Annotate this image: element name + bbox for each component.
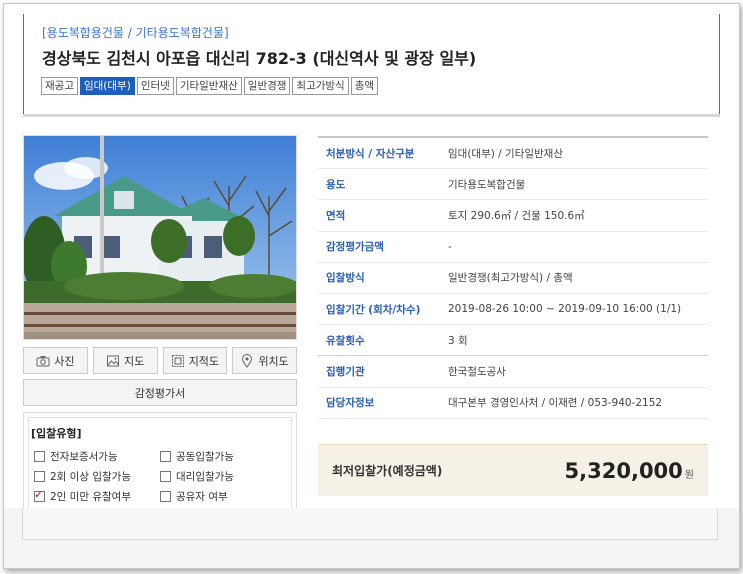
info-label: 용도	[326, 178, 346, 191]
location-map-button[interactable]: 위치도	[232, 347, 297, 374]
grid-map-icon	[171, 354, 184, 367]
option-multiple-bids[interactable]: 2회 이상 입찰가능	[34, 469, 131, 484]
tag-general-property: 기타일반재산	[175, 77, 242, 95]
property-photo[interactable]	[23, 135, 297, 340]
option-co-owner[interactable]: 공유자 여부	[160, 489, 228, 504]
option-proxy-bid[interactable]: 대리입찰가능	[160, 469, 234, 484]
bid-type-title: [입찰유형]	[31, 427, 82, 440]
info-label: 입찰기간 (회차/차수)	[326, 303, 421, 316]
bid-type-panel: [입찰유형] 전자보증서가능 공동입찰가능 2회 이상 입찰가능 대리입찰가능 …	[23, 412, 297, 508]
price-amount: 5,320,000	[564, 458, 683, 483]
info-row: 입찰기간 (회차/차수) 2019-08-26 10:00 ~ 2019-09-…	[318, 294, 708, 326]
header-divider	[23, 114, 720, 117]
tag-open-competition: 일반경쟁	[243, 77, 291, 95]
location-pin-icon	[242, 353, 253, 368]
info-row: 담당자정보 대구본부 경영인사처 / 이재련 / 053-940-2152	[318, 388, 708, 419]
option-joint-bid[interactable]: 공동입찰가능	[160, 449, 234, 464]
info-row: 입찰방식 일반경쟁(최고가방식) / 총액	[318, 263, 708, 294]
cadastral-button-label: 지적도	[188, 354, 220, 368]
info-value: 2019-08-26 10:00 ~ 2019-09-10 16:00 (1/1…	[448, 303, 682, 316]
station-building-image	[24, 136, 296, 339]
info-value: 한국철도공사	[448, 365, 506, 378]
checkbox-checked[interactable]	[34, 488, 45, 502]
media-buttons: 사진 지도 지적도 위치도	[23, 347, 297, 374]
info-value: 3 회	[448, 334, 468, 347]
checkbox[interactable]	[34, 471, 45, 482]
info-label: 유찰횟수	[326, 334, 365, 347]
location-button-label: 위치도	[258, 354, 289, 368]
info-label: 감정평가금액	[326, 241, 384, 254]
category-path: [용도복합용건물 / 기타용도복합건물]	[42, 26, 229, 40]
price-value-group: 5,320,000 원	[565, 459, 694, 483]
option-fail-under-two[interactable]: 2인 미만 유찰여부	[34, 488, 131, 504]
photo-button-label: 사진	[54, 354, 75, 368]
option-label: 전자보증서가능	[50, 451, 118, 463]
listing-header: [용도복합용건물 / 기타용도복합건물] 경상북도 김천시 아포읍 대신리 78…	[23, 14, 720, 116]
info-row: 유찰횟수 3 회	[318, 325, 708, 357]
info-value: 기타용도복합건물	[448, 178, 526, 191]
map-button[interactable]: 지도	[92, 347, 158, 374]
camera-icon	[36, 355, 50, 366]
checkbox[interactable]	[160, 451, 171, 462]
info-label: 집행기관	[326, 365, 365, 378]
info-value: 대구본부 경영인사처 / 이재련 / 053-940-2152	[448, 397, 663, 410]
info-value: -	[448, 240, 452, 253]
info-table: 처분방식 / 자산구분 임대(대부) / 기타일반재산 용도 기타용도복합건물 …	[318, 136, 708, 419]
info-label: 처분방식 / 자산구분	[326, 147, 415, 160]
info-value: 토지 290.6㎡ / 건물 150.6㎡	[448, 209, 585, 222]
info-row: 집행기관 한국철도공사	[318, 356, 708, 388]
tag-lump-sum: 총액	[350, 77, 379, 95]
tag-republished: 재공고	[41, 77, 78, 95]
image-icon	[107, 355, 119, 366]
info-row: 면적 토지 290.6㎡ / 건물 150.6㎡	[318, 200, 708, 232]
info-label: 입찰방식	[326, 272, 365, 285]
info-label: 면적	[326, 209, 346, 222]
cadastral-map-button[interactable]: 지적도	[162, 347, 228, 374]
info-row: 처분방식 / 자산구분 임대(대부) / 기타일반재산	[318, 138, 708, 170]
info-label: 담당자정보	[326, 397, 375, 410]
bottom-band	[4, 508, 739, 568]
map-button-label: 지도	[124, 354, 145, 368]
minimum-bid-price: 최저입찰가(예정금액) 5,320,000 원	[318, 444, 708, 496]
checkbox[interactable]	[160, 471, 171, 482]
option-label: 대리입찰가능	[176, 471, 234, 483]
option-label: 2회 이상 입찰가능	[50, 471, 131, 483]
price-unit: 원	[684, 469, 694, 481]
tag-highest-price: 최고가방식	[292, 77, 349, 95]
option-e-guarantee[interactable]: 전자보증서가능	[34, 449, 118, 464]
photo-button[interactable]: 사진	[23, 347, 88, 374]
info-value: 일반경쟁(최고가방식) / 총액	[448, 272, 573, 285]
option-label: 2인 미만 유찰여부	[50, 491, 131, 503]
option-label: 공동입찰가능	[176, 451, 234, 463]
info-row: 감정평가금액 -	[318, 232, 708, 263]
info-row: 용도 기타용도복합건물	[318, 169, 708, 201]
checkbox[interactable]	[34, 451, 45, 462]
tag-list: 재공고 임대(대부) 인터넷 기타일반재산 일반경쟁 최고가방식 총액	[41, 77, 379, 95]
appraisal-report-button[interactable]: 감정평가서	[23, 379, 297, 406]
tag-internet: 인터넷	[136, 77, 174, 95]
bottom-band-inner	[22, 508, 718, 540]
tag-lease: 임대(대부)	[79, 77, 135, 95]
info-value: 임대(대부) / 기타일반재산	[448, 147, 564, 160]
option-label: 공유자 여부	[176, 491, 228, 503]
page-title: 경상북도 김천시 아포읍 대신리 782-3 (대신역사 및 광장 일부)	[42, 49, 477, 68]
checkbox[interactable]	[160, 491, 171, 502]
price-label: 최저입찰가(예정금액)	[332, 464, 443, 478]
